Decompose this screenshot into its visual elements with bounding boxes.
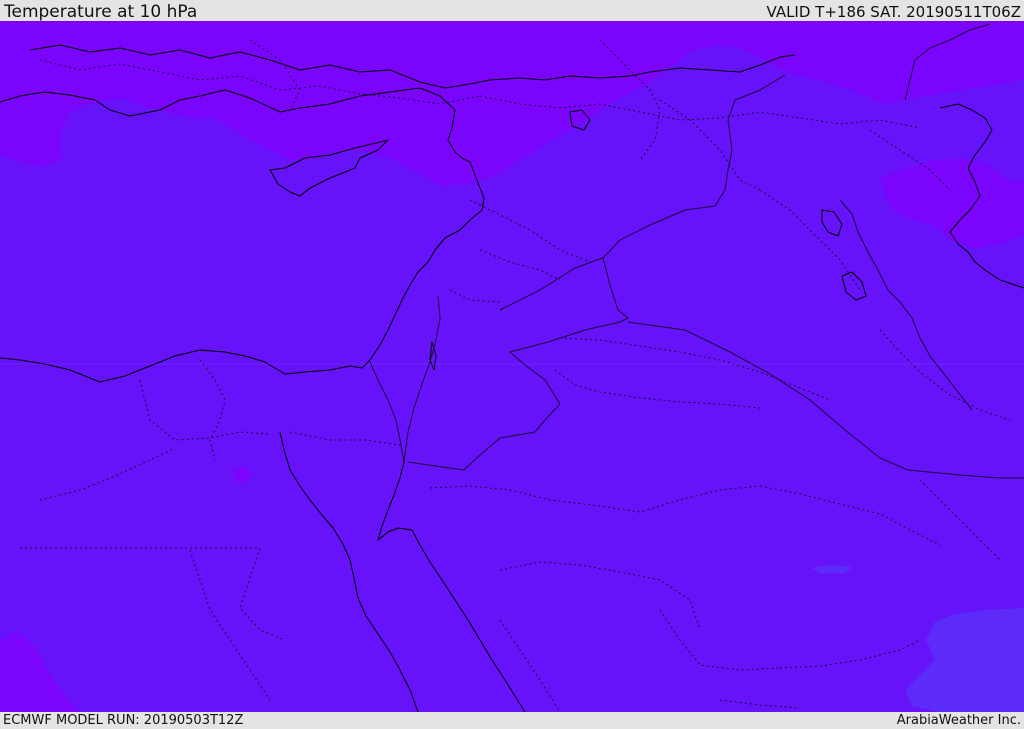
credit-label: ArabiaWeather Inc. [896, 713, 1021, 728]
weather-map [0, 21, 1024, 712]
map-header: Temperature at 10 hPa VALID T+186 SAT. 2… [0, 0, 1024, 21]
map-title: Temperature at 10 hPa [4, 2, 198, 22]
valid-time-label: VALID T+186 SAT. 20190511T06Z [766, 3, 1021, 21]
model-run-label: ECMWF MODEL RUN: 20190503T12Z [3, 713, 244, 728]
map-footer: ECMWF MODEL RUN: 20190503T12Z ArabiaWeat… [0, 712, 1024, 729]
